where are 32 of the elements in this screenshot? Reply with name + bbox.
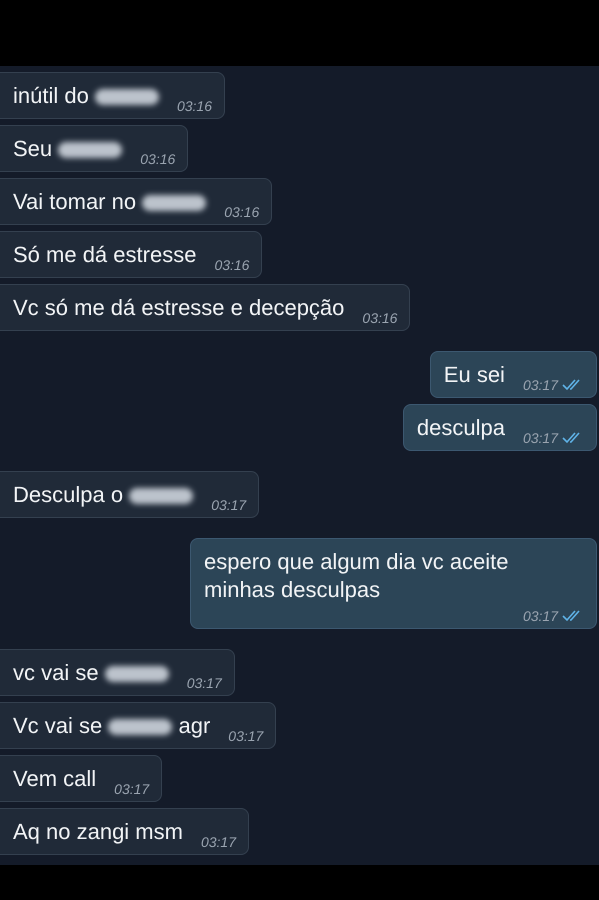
message-time: 03:17 xyxy=(200,834,236,850)
message-text: Vem call xyxy=(13,765,96,793)
message-time: 03:17 xyxy=(228,728,264,744)
redaction-blur xyxy=(129,488,194,504)
message-text: Eu sei xyxy=(444,361,505,389)
message-time: 03:17 xyxy=(114,781,150,797)
message-text: Só me dá estresse xyxy=(13,241,196,269)
message-text: Vai tomar no xyxy=(13,188,206,216)
message-time: 03:16 xyxy=(224,204,260,220)
message-time: 03:16 xyxy=(362,310,398,326)
message-time: 03:17 xyxy=(186,675,222,691)
message-text: Vc vai se agr xyxy=(13,712,210,740)
message-time: 03:17 xyxy=(522,608,558,624)
message-text: Desculpa o xyxy=(13,481,194,509)
message-text: desculpa xyxy=(416,414,505,442)
redaction-blur xyxy=(94,89,159,106)
message-time: 03:16 xyxy=(214,257,250,273)
redaction-blur xyxy=(108,719,172,736)
message-time: 03:16 xyxy=(140,151,176,167)
redaction-blur xyxy=(142,195,206,212)
message-text: espero que algum dia vc aceite minhas desculpas xyxy=(204,548,510,604)
message-time: 03:17 xyxy=(522,377,558,393)
redaction-blur xyxy=(58,142,122,158)
message-time: 03:17 xyxy=(522,430,558,446)
redaction-blur xyxy=(104,666,169,682)
message-text: inútil do xyxy=(13,82,159,110)
message-text: Aq no zangi msm xyxy=(13,818,183,846)
message-text: Vc só me dá estresse e decepção xyxy=(13,294,344,322)
message-text: Seu xyxy=(13,135,122,163)
message-time: 03:17 xyxy=(211,497,246,513)
message-text: vc vai se xyxy=(13,659,169,687)
message-time: 03:16 xyxy=(176,98,212,114)
